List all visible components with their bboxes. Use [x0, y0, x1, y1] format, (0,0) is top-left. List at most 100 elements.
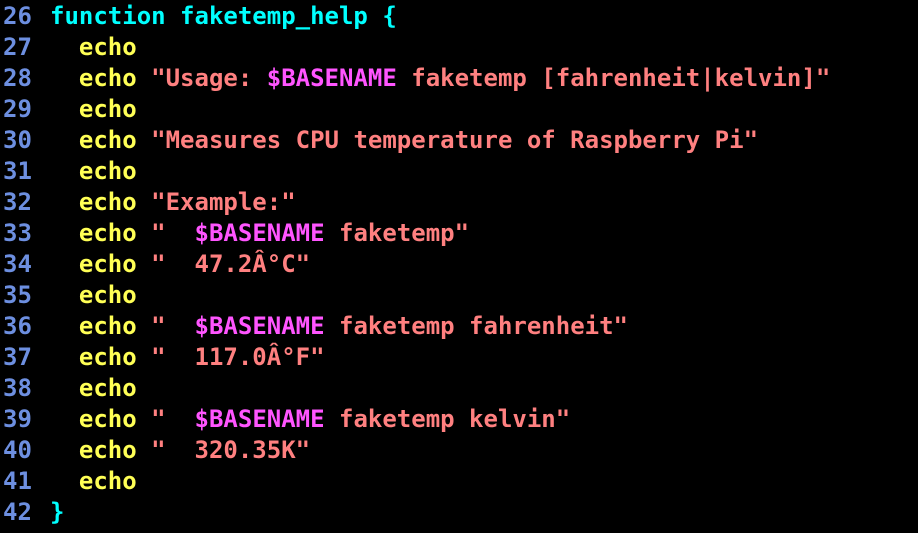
line-code: echo " 47.2Â°C" [50, 250, 310, 278]
command-token: echo [78, 312, 137, 340]
code-line[interactable]: 42} [0, 497, 918, 528]
line-number: 38 [3, 374, 32, 402]
string-token: " 47.2Â°C" [151, 250, 311, 278]
code-line[interactable]: 37 echo " 117.0Â°F" [0, 342, 918, 373]
code-line[interactable]: 32 echo "Example:" [0, 187, 918, 218]
brace-token: { [382, 2, 397, 30]
line-number: 42 [3, 498, 32, 526]
string-token: "Usage: [151, 64, 267, 92]
code-line[interactable]: 38 echo [0, 373, 918, 404]
line-number: 33 [3, 219, 32, 247]
command-token: echo [78, 126, 137, 154]
line-code: echo " $BASENAME faketemp fahrenheit" [50, 312, 628, 340]
code-line[interactable]: 26 function faketemp_help { [0, 1, 918, 32]
line-code: echo "Measures CPU temperature of Raspbe… [50, 126, 758, 154]
code-line[interactable]: 28 echo "Usage: $BASENAME faketemp [fahr… [0, 63, 918, 94]
code-line[interactable]: 40 echo " 320.35K" [0, 435, 918, 466]
line-number: 29 [3, 95, 32, 123]
command-token: echo [78, 188, 137, 216]
string-token: faketemp kelvin" [324, 405, 571, 433]
command-token: echo [78, 405, 137, 433]
line-code: echo [50, 374, 137, 402]
string-token: " [151, 405, 195, 433]
string-token: "Example:" [151, 188, 296, 216]
command-token: echo [78, 33, 137, 61]
line-code: echo " $BASENAME faketemp" [50, 219, 469, 247]
command-token: echo [78, 95, 137, 123]
string-token: faketemp fahrenheit" [324, 312, 628, 340]
line-number: 39 [3, 405, 32, 433]
code-line[interactable]: 27 echo [0, 32, 918, 63]
line-code: echo " $BASENAME faketemp kelvin" [50, 405, 570, 433]
command-token: echo [78, 250, 137, 278]
variable-token: $BASENAME [194, 312, 325, 340]
line-code: echo " 117.0Â°F" [50, 343, 325, 371]
line-number: 32 [3, 188, 32, 216]
line-code: echo [50, 95, 137, 123]
line-code: function faketemp_help { [50, 2, 397, 30]
code-line[interactable]: 35 echo [0, 280, 918, 311]
string-token: faketemp" [324, 219, 470, 247]
string-token: " [151, 219, 195, 247]
line-number: 30 [3, 126, 32, 154]
line-number: 41 [3, 467, 32, 495]
code-line[interactable]: 31 echo [0, 156, 918, 187]
command-token: echo [78, 343, 137, 371]
line-code: echo [50, 281, 137, 309]
line-number: 31 [3, 157, 32, 185]
line-number: 27 [3, 33, 32, 61]
line-number: 37 [3, 343, 32, 371]
line-number: 28 [3, 64, 32, 92]
command-token: echo [78, 436, 137, 464]
line-number: 26 [3, 2, 32, 30]
line-code: echo "Example:" [50, 188, 296, 216]
code-line[interactable]: 33 echo " $BASENAME faketemp" [0, 218, 918, 249]
line-number: 35 [3, 281, 32, 309]
code-editor[interactable]: 26 function faketemp_help { 27 echo 28 ec… [0, 0, 918, 533]
code-line[interactable]: 39 echo " $BASENAME faketemp kelvin" [0, 404, 918, 435]
command-token: echo [78, 157, 137, 185]
command-token: echo [78, 281, 137, 309]
string-token: " 320.35K" [151, 436, 311, 464]
command-token: echo [78, 374, 137, 402]
code-line[interactable]: 30 echo "Measures CPU temperature of Ras… [0, 125, 918, 156]
brace-token: } [50, 498, 65, 526]
command-token: echo [78, 64, 137, 92]
line-code: } [50, 498, 64, 526]
command-token: echo [78, 467, 137, 495]
code-line[interactable]: 29 echo [0, 94, 918, 125]
line-code: echo [50, 157, 137, 185]
command-token: echo [78, 219, 137, 247]
variable-token: $BASENAME [266, 64, 397, 92]
string-token: faketemp [fahrenheit|kelvin]" [396, 64, 831, 92]
line-code: echo [50, 33, 137, 61]
string-token: " 117.0Â°F" [151, 343, 325, 371]
line-code: echo " 320.35K" [50, 436, 310, 464]
line-number: 40 [3, 436, 32, 464]
code-line[interactable]: 41 echo [0, 466, 918, 497]
code-line[interactable]: 36 echo " $BASENAME faketemp fahrenheit" [0, 311, 918, 342]
code-line[interactable]: 34 echo " 47.2Â°C" [0, 249, 918, 280]
line-code: echo [50, 467, 137, 495]
variable-token: $BASENAME [194, 219, 325, 247]
